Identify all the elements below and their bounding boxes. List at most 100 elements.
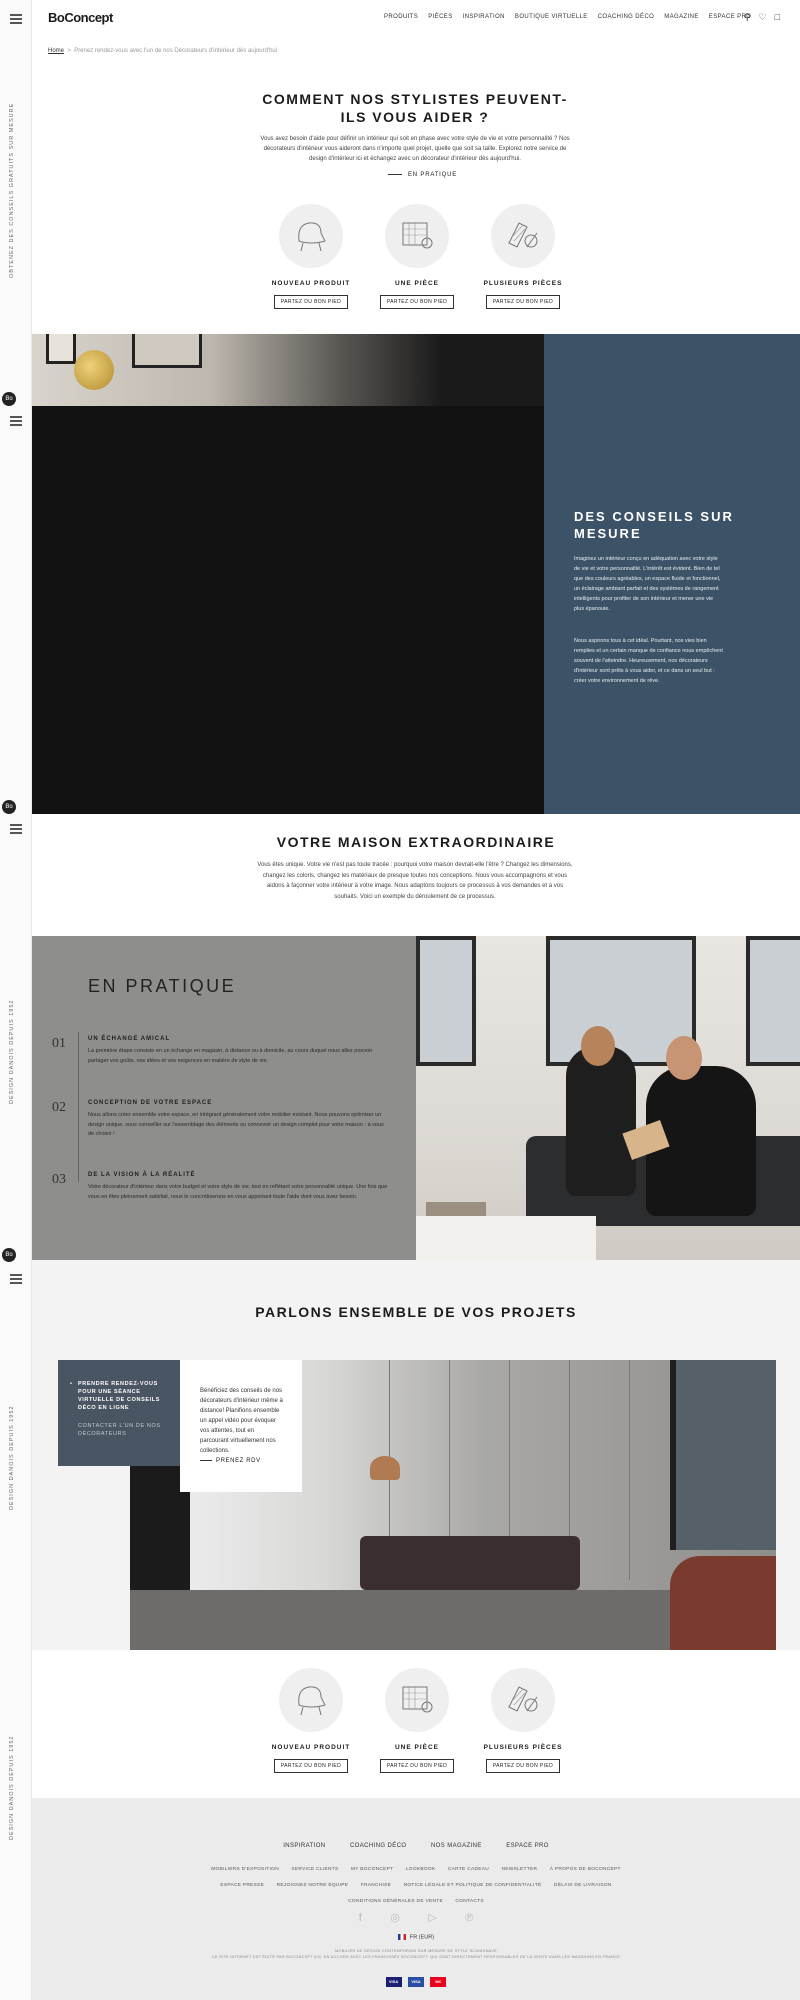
- pratique-title: EN PRATIQUE: [88, 976, 237, 996]
- left-rail: Obtenez des conseils gratuits sur mesure…: [0, 0, 32, 2000]
- footer-link[interactable]: SERVICE CLIENTS: [291, 1864, 338, 1876]
- option-nouveau-produit: NOUVEAU PRODUIT PARTEZ DU BON PIED: [266, 1668, 356, 1773]
- breadcrumb-home[interactable]: Home: [48, 48, 64, 54]
- rail-cta-text[interactable]: Obtenez des conseils gratuits sur mesure: [9, 103, 15, 278]
- conseils-title: DES CONSEILS SUR MESURE: [574, 509, 734, 541]
- brand-logo[interactable]: BoConcept: [48, 10, 113, 25]
- consultation-photo: [416, 936, 800, 1260]
- option-nouveau-produit: NOUVEAU PRODUIT PARTEZ DU BON PIED: [266, 204, 356, 309]
- youtube-icon[interactable]: ▷: [428, 1911, 436, 1924]
- main-nav: PRODUITS PIÈCES INSPIRATION BOUTIQUE VIR…: [384, 14, 751, 20]
- footer-link[interactable]: ESPACE PRESSE: [220, 1880, 264, 1892]
- wall-frame: [46, 334, 76, 364]
- partez-du-bon-pied-button[interactable]: PARTEZ DU BON PIED: [485, 1759, 561, 1773]
- step-number: 01: [52, 1036, 66, 1051]
- nav-item-boutique-virtuelle[interactable]: BOUTIQUE VIRTUELLE: [515, 14, 588, 20]
- bag-icon[interactable]: □: [775, 12, 780, 23]
- interior-photo: [32, 334, 544, 406]
- menu-icon[interactable]: [10, 1274, 22, 1284]
- pinterest-icon[interactable]: ℗: [465, 1912, 473, 1924]
- pratique-panel: EN PRATIQUE 01 UN ÉCHANGE AMICAL La prem…: [32, 936, 416, 1260]
- partez-du-bon-pied-button[interactable]: PARTEZ DU BON PIED: [379, 1759, 455, 1773]
- rail-tagline: Design danois depuis 1952: [9, 999, 15, 1104]
- country-selector[interactable]: FR (EUR): [32, 1934, 800, 1940]
- social-links: f ◎ ▷ ℗: [32, 1908, 800, 1926]
- breadcrumb-separator: >: [67, 48, 71, 54]
- conseils-panel: DES CONSEILS SUR MESURE Imaginez un inté…: [544, 334, 800, 814]
- step-number: 03: [52, 1172, 66, 1187]
- photo-window: [416, 936, 476, 1066]
- photo-person: [566, 1046, 636, 1196]
- brass-lamp: [74, 350, 114, 390]
- intro-text: Vous avez besoin d'aide pour définir un …: [260, 136, 570, 162]
- heart-icon[interactable]: ♡: [758, 12, 766, 23]
- footer-link[interactable]: MY BOCONCEPT: [351, 1864, 393, 1876]
- step-text: Nous allons créer ensemble votre espace,…: [88, 1112, 384, 1137]
- footer-links: MOBILIERS D'EXPOSITION SERVICE CLIENTS M…: [192, 1860, 640, 1908]
- footer-link[interactable]: LOOKBOOK: [406, 1864, 436, 1876]
- option-label: NOUVEAU PRODUIT: [271, 280, 351, 287]
- footer-nav-espace-pro[interactable]: ESPACE PRO: [506, 1843, 549, 1849]
- footer-link[interactable]: FRANCHISE: [361, 1880, 391, 1892]
- instagram-icon[interactable]: ◎: [390, 1911, 400, 1924]
- nav-item-pieces[interactable]: PIÈCES: [428, 14, 452, 20]
- photo-armchair: [670, 1556, 776, 1650]
- conseils-paragraph: Imaginez un intérieur conçu en adéquatio…: [574, 556, 721, 612]
- step-heading: DE LA VISION À LA RÉALITÉ: [88, 1172, 196, 1178]
- visa-electron-icon: VISA: [408, 1977, 424, 1987]
- footer-link[interactable]: DÉLAIS DE LIVRAISON: [554, 1880, 612, 1892]
- brand-badge-icon: Bo: [2, 800, 16, 814]
- footer-link[interactable]: NOTICE LÉGALE ET POLITIQUE DE CONFIDENTI…: [404, 1880, 542, 1892]
- footer-link[interactable]: CONTACTS: [455, 1896, 483, 1908]
- step-heading: CONCEPTION DE VOTRE ESPACE: [88, 1100, 213, 1106]
- nav-item-magazine[interactable]: MAGAZINE: [664, 14, 699, 20]
- brand-badge-icon: Bo: [2, 1248, 16, 1262]
- facebook-icon[interactable]: f: [359, 1912, 362, 1924]
- partez-du-bon-pied-button[interactable]: PARTEZ DU BON PIED: [273, 1759, 349, 1773]
- partez-du-bon-pied-button[interactable]: PARTEZ DU BON PIED: [273, 295, 349, 309]
- projets-section: PARLONS ENSEMBLE DE VOS PROJETS PRENDRE …: [32, 1260, 800, 1650]
- option-label: PLUSIEURS PIÈCES: [483, 1744, 563, 1751]
- footer-nav-inspiration[interactable]: INSPIRATION: [283, 1843, 325, 1849]
- nav-item-produits[interactable]: PRODUITS: [384, 14, 418, 20]
- intro-title: COMMENT NOS STYLISTES PEUVENT-ILS VOUS A…: [262, 91, 568, 125]
- nav-item-inspiration[interactable]: INSPIRATION: [463, 14, 505, 20]
- option-une-piece: UNE PIÈCE PARTEZ DU BON PIED: [372, 204, 462, 309]
- option-contact-decorator[interactable]: CONTACTER L'UN DE NOS DÉCORATEURS: [78, 1422, 166, 1438]
- search-icon[interactable]: ⚲: [744, 12, 751, 23]
- step-heading: UN ÉCHANGE AMICAL: [88, 1036, 171, 1042]
- maison-title: VOTRE MAISON EXTRAORDINAIRE: [276, 834, 556, 850]
- photo-window: [670, 1360, 776, 1550]
- step-number: 02: [52, 1100, 66, 1115]
- menu-icon[interactable]: [10, 416, 22, 426]
- footer-link[interactable]: CONDITIONS GÉNÉRALES DE VENTE: [348, 1896, 443, 1908]
- country-label: FR (EUR): [409, 1934, 435, 1941]
- rail-tagline: Design danois depuis 1952: [9, 1735, 15, 1840]
- footer-link[interactable]: CARTE CADEAU: [448, 1864, 489, 1876]
- footer-link[interactable]: NEWSLETTER: [501, 1864, 537, 1876]
- visa-icon: VISA: [385, 1977, 402, 1987]
- room-plan-icon: [385, 204, 449, 268]
- header-icons: ⚲ ♡ □: [744, 12, 780, 23]
- footer-nav: INSPIRATION COACHING DÉCO NOS MAGAZINE E…: [32, 1834, 800, 1852]
- page: Obtenez des conseils gratuits sur mesure…: [0, 0, 800, 2000]
- legal-text: MOBILIER DE DESIGN CONTEMPORAIN SUR MESU…: [182, 1948, 650, 1960]
- partez-du-bon-pied-button[interactable]: PARTEZ DU BON PIED: [379, 295, 455, 309]
- footer-link[interactable]: À PROPOS DE BOCONCEPT: [550, 1864, 621, 1876]
- en-pratique-link[interactable]: EN PRATIQUE: [388, 172, 457, 178]
- menu-icon[interactable]: [10, 14, 22, 24]
- footer-nav-magazine[interactable]: NOS MAGAZINE: [431, 1843, 482, 1849]
- option-virtual-session[interactable]: PRENDRE RENDEZ-VOUS POUR UNE SÉANCE VIRT…: [70, 1380, 166, 1412]
- prenez-rdv-link[interactable]: PRENEZ RDV: [200, 1458, 284, 1464]
- breadcrumb-current: Prenez rendez-vous avec l'un de nos Déco…: [74, 48, 278, 54]
- nav-item-coaching-deco[interactable]: COACHING DÉCO: [598, 14, 655, 20]
- footer-link[interactable]: MOBILIERS D'EXPOSITION: [211, 1864, 279, 1876]
- partez-du-bon-pied-button[interactable]: PARTEZ DU BON PIED: [485, 295, 561, 309]
- option-label: NOUVEAU PRODUIT: [271, 1744, 351, 1751]
- swatches-icon: [491, 204, 555, 268]
- photo-person-head: [581, 1026, 615, 1066]
- footer-link[interactable]: REJOIGNEZ NOTRE ÉQUIPE: [277, 1880, 349, 1892]
- legal-line: CE SITE INTERNET EST ÉDITÉ PAR BOCONCEPT…: [211, 1955, 621, 1959]
- footer-nav-coaching-deco[interactable]: COACHING DÉCO: [350, 1843, 407, 1849]
- menu-icon[interactable]: [10, 824, 22, 834]
